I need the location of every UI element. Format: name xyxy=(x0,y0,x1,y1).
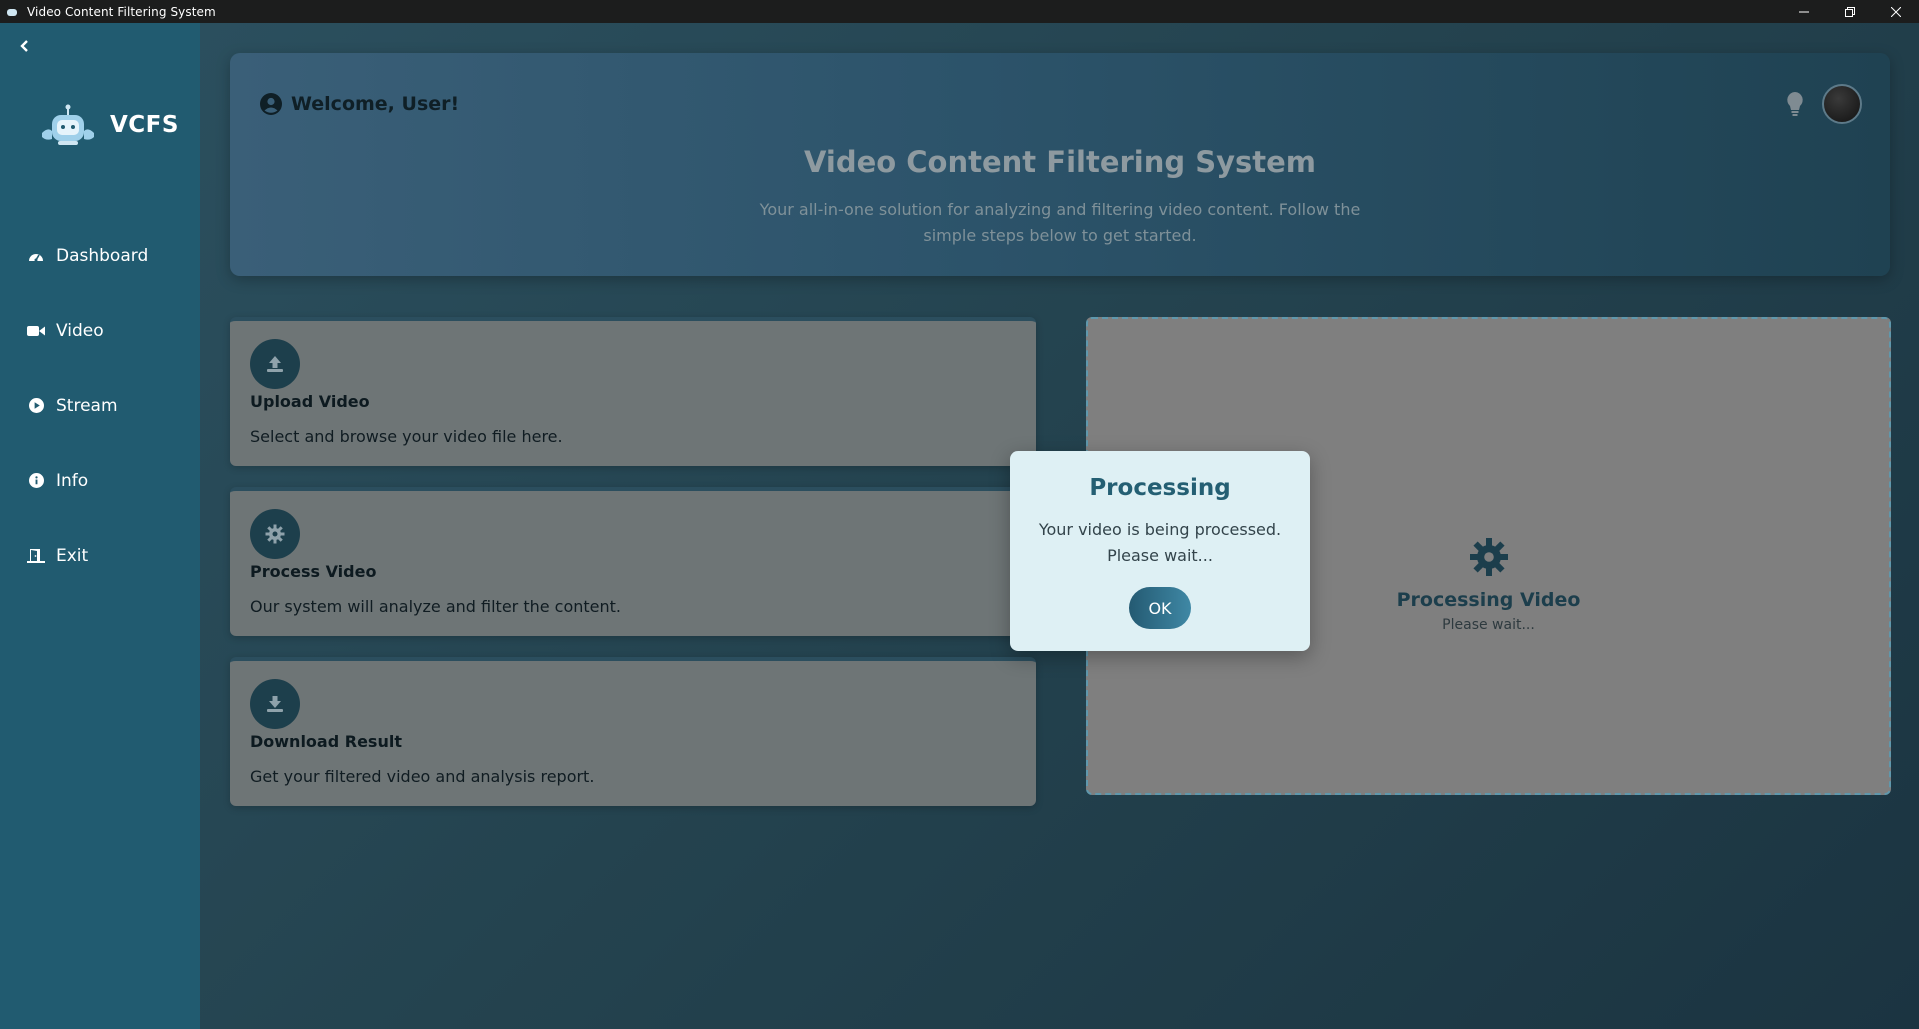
dialog-message-line: Your video is being processed. xyxy=(1038,520,1282,539)
close-icon xyxy=(1891,6,1901,17)
chevron-left-icon xyxy=(20,40,28,52)
dialog-title: Processing xyxy=(1089,475,1231,501)
app-logo: VCFS xyxy=(38,103,179,147)
header-card: Welcome, User! Video Content Filtering S… xyxy=(230,53,1890,276)
restore-button[interactable] xyxy=(1827,0,1873,23)
welcome-text: Welcome, User! xyxy=(291,93,460,115)
page-subtitle: Your all-in-one solution for analyzing a… xyxy=(759,200,1361,245)
window-controls xyxy=(1781,0,1919,23)
main-content: Welcome, User! Video Content Filtering S… xyxy=(200,23,1919,1029)
sidebar-nav: Dashboard Video Stream Info Exit xyxy=(0,218,200,593)
user-circle-icon xyxy=(260,93,282,115)
step-title: Download Result xyxy=(250,732,402,751)
step-title: Process Video xyxy=(250,562,377,581)
processing-dialog: Processing Your video is being processed… xyxy=(1010,451,1310,651)
step-description: Get your filtered video and analysis rep… xyxy=(250,767,595,786)
welcome-message: Welcome, User! xyxy=(260,93,459,115)
close-button[interactable] xyxy=(1873,0,1919,23)
sidebar-item-label: Stream xyxy=(56,395,118,416)
play-circle-icon xyxy=(27,397,45,415)
video-camera-icon xyxy=(27,322,45,340)
sidebar-item-dashboard[interactable]: Dashboard xyxy=(0,218,200,293)
info-circle-icon xyxy=(27,472,45,490)
sidebar-item-video[interactable]: Video xyxy=(0,293,200,368)
sidebar-item-label: Exit xyxy=(56,545,89,566)
app-icon xyxy=(5,7,19,17)
restore-icon xyxy=(1845,6,1855,17)
sidebar-item-label: Dashboard xyxy=(56,245,149,266)
dialog-message: Your video is being processed. Please wa… xyxy=(1010,517,1310,569)
step-card-process[interactable]: Process Video Our system will analyze an… xyxy=(230,487,1036,636)
door-exit-icon xyxy=(27,547,45,565)
step-description: Select and browse your video file here. xyxy=(250,427,563,446)
window-title: Video Content Filtering System xyxy=(27,4,216,19)
collapse-sidebar-button[interactable] xyxy=(14,35,36,57)
step-description: Our system will analyze and filter the c… xyxy=(250,597,622,616)
minimize-icon xyxy=(1799,11,1809,12)
page-title: Video Content Filtering System xyxy=(803,145,1317,179)
step-card-upload[interactable]: Upload Video Select and browse your vide… xyxy=(230,317,1036,466)
dialog-message-line: Please wait... xyxy=(1107,546,1213,565)
avatar[interactable] xyxy=(1822,84,1862,124)
download-icon xyxy=(250,679,300,729)
sidebar-item-info[interactable]: Info xyxy=(0,443,200,518)
robot-logo-icon xyxy=(38,103,98,147)
sidebar-item-label: Info xyxy=(56,470,89,491)
sidebar: VCFS Dashboard Video Stream Info Exit xyxy=(0,23,200,1029)
lightbulb-icon[interactable] xyxy=(1785,91,1805,117)
window-titlebar: Video Content Filtering System xyxy=(0,0,1919,23)
logo-text: VCFS xyxy=(110,112,179,138)
gear-icon xyxy=(250,509,300,559)
gear-icon xyxy=(1469,537,1509,577)
dashboard-icon xyxy=(27,247,45,265)
sidebar-item-exit[interactable]: Exit xyxy=(0,518,200,593)
ok-button[interactable]: OK xyxy=(1129,587,1191,629)
upload-icon xyxy=(250,339,300,389)
sidebar-item-label: Video xyxy=(56,320,104,341)
step-title: Upload Video xyxy=(250,392,370,411)
step-card-download[interactable]: Download Result Get your filtered video … xyxy=(230,657,1036,806)
sidebar-item-stream[interactable]: Stream xyxy=(0,368,200,443)
minimize-button[interactable] xyxy=(1781,0,1827,23)
